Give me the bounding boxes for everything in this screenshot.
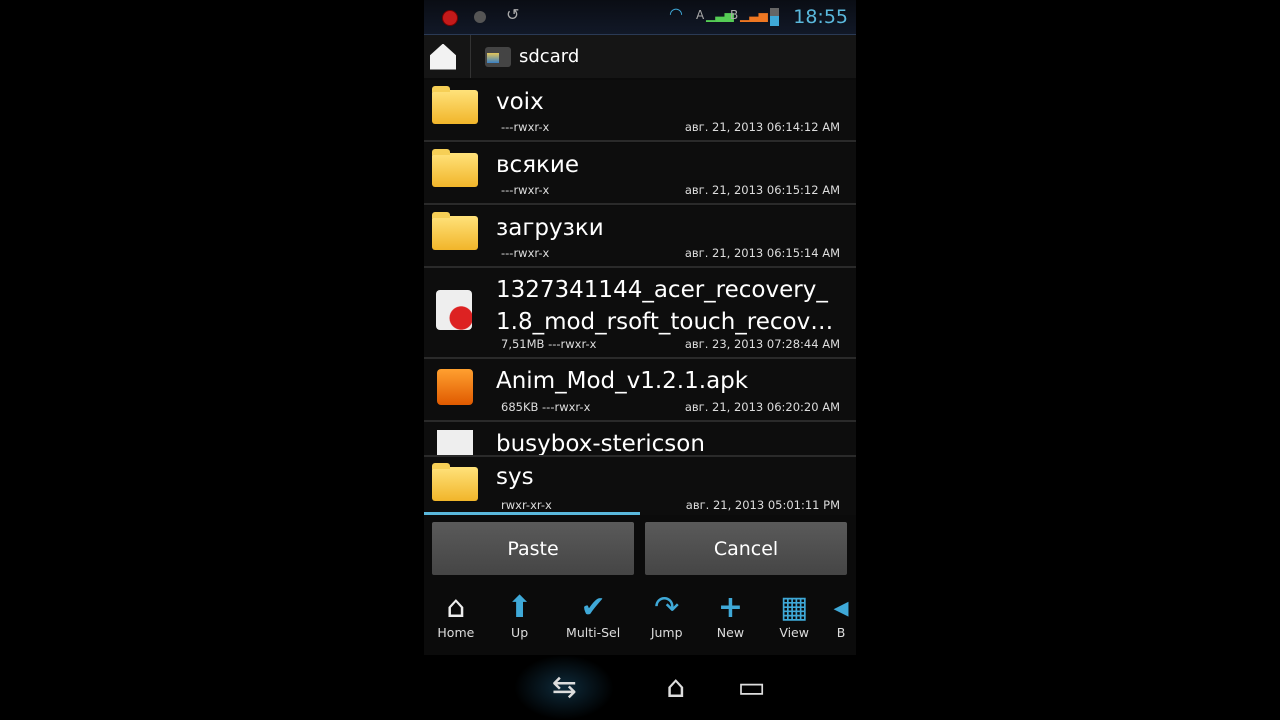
folder-icon <box>432 212 478 250</box>
file-perm: rwxr-xr-x <box>501 498 552 512</box>
toolbar-label: Jump <box>650 625 683 640</box>
file-name: загрузки <box>496 215 604 241</box>
file-perm: 7,51MB ---rwxr-x <box>501 337 597 351</box>
paste-button[interactable]: Paste <box>432 522 634 575</box>
file-name: voix <box>496 89 544 115</box>
toolbar-label: Up <box>511 625 529 640</box>
list-item[interactable]: sys rwxr-xr-x авг. 21, 2013 05:01:11 PM <box>424 457 856 515</box>
toolbar-view[interactable]: ▦ View <box>762 585 826 653</box>
sync-icon: ↺ <box>506 5 520 24</box>
sim-b-label: B <box>730 8 739 22</box>
file-name: Anim_Mod_v1.2.1.apk <box>496 368 749 394</box>
file-perm: 685KB ---rwxr-x <box>501 400 591 414</box>
file-icon <box>437 430 473 455</box>
phone-screen: ↺ ◠ A ▁▃▅ B ▁▃▅ 18:55 sdcard voix ---rwxr… <box>424 0 856 720</box>
jump-arrow-icon: ↷ <box>654 589 680 625</box>
sdcard-icon <box>485 46 511 67</box>
folder-icon <box>432 463 478 501</box>
up-arrow-icon: ⬆ <box>507 589 533 625</box>
back-icon: ◂ <box>833 589 849 625</box>
wifi-icon: ◠ <box>669 4 683 23</box>
toolbar-jump[interactable]: ↷ Jump <box>635 585 699 653</box>
home-icon[interactable] <box>430 43 456 70</box>
folder-icon <box>432 86 478 124</box>
toolbar-multi-sel[interactable]: ✔ Multi-Sel <box>551 585 634 653</box>
toolbar-label: Multi-Sel <box>566 625 621 640</box>
sim-a-label: A <box>696 8 705 22</box>
file-date: авг. 21, 2013 06:14:12 AM <box>684 120 840 134</box>
grid-icon: ▦ <box>779 589 809 625</box>
toolbar-label: New <box>716 625 745 640</box>
folder-icon <box>432 149 478 187</box>
bottom-toolbar: ⌂ Home ⬆ Up ✔ Multi-Sel ↷ Jump + New ▦ View ◂ B <box>424 585 856 653</box>
home-button[interactable]: ⌂ <box>666 670 685 705</box>
file-name: всякие <box>496 152 580 178</box>
toolbar-new[interactable]: + New <box>699 585 763 653</box>
breadcrumb: sdcard <box>424 35 856 78</box>
disc-icon <box>474 11 486 23</box>
list-item[interactable]: всякие ---rwxr-x авг. 21, 2013 06:15:12 AM <box>424 143 856 205</box>
toolbar-up[interactable]: ⬆ Up <box>488 585 552 653</box>
list-item[interactable]: busybox-stericson <box>424 422 856 457</box>
plus-icon: + <box>717 589 743 625</box>
file-name: 1327341144_acer_recovery_ 1.8_mod_rsoft_… <box>496 277 834 335</box>
clock: 18:55 <box>793 6 848 28</box>
toolbar-home[interactable]: ⌂ Home <box>424 585 488 653</box>
status-bar: ↺ ◠ A ▁▃▅ B ▁▃▅ 18:55 <box>424 0 856 35</box>
list-item[interactable]: загрузки ---rwxr-x авг. 21, 2013 06:15:14 … <box>424 206 856 268</box>
cancel-button[interactable]: Cancel <box>645 522 847 575</box>
file-perm: ---rwxr-x <box>501 120 550 134</box>
checkmark-icon: ✔ <box>580 589 606 625</box>
list-item[interactable]: voix ---rwxr-x авг. 21, 2013 06:14:12 AM <box>424 80 856 142</box>
apk-icon <box>437 369 473 405</box>
battery-icon <box>770 8 779 26</box>
file-perm: ---rwxr-x <box>501 246 550 260</box>
breadcrumb-sdcard[interactable]: sdcard <box>519 46 579 67</box>
archive-icon <box>436 290 472 330</box>
file-date: авг. 21, 2013 05:01:11 PM <box>685 498 840 512</box>
toolbar-b[interactable]: ◂ B <box>826 585 856 653</box>
toolbar-label: Home <box>437 625 475 640</box>
file-date: авг. 21, 2013 06:15:12 AM <box>684 183 840 197</box>
file-name: sys <box>496 464 534 490</box>
signal-b-icon: ▁▃▅ <box>740 8 768 22</box>
file-date: авг. 23, 2013 07:28:44 AM <box>684 337 840 351</box>
file-date: авг. 21, 2013 06:20:20 AM <box>684 400 840 414</box>
recent-apps-button[interactable]: ▭ <box>737 670 765 705</box>
file-perm: ---rwxr-x <box>501 183 550 197</box>
list-item[interactable]: 1327341144_acer_recovery_ 1.8_mod_rsoft_… <box>424 268 856 359</box>
file-date: авг. 21, 2013 06:15:14 AM <box>684 246 840 260</box>
home-icon: ⌂ <box>446 589 466 625</box>
toolbar-label: B <box>836 625 846 640</box>
navigation-bar: ⇆ ⌂ ▭ <box>424 655 856 720</box>
record-icon <box>442 10 458 26</box>
list-item[interactable]: Anim_Mod_v1.2.1.apk 685KB ---rwxr-x авг. 2… <box>424 359 856 422</box>
back-button[interactable]: ⇆ <box>514 655 615 720</box>
toolbar-label: View <box>779 625 809 640</box>
file-name: busybox-stericson <box>496 431 705 457</box>
